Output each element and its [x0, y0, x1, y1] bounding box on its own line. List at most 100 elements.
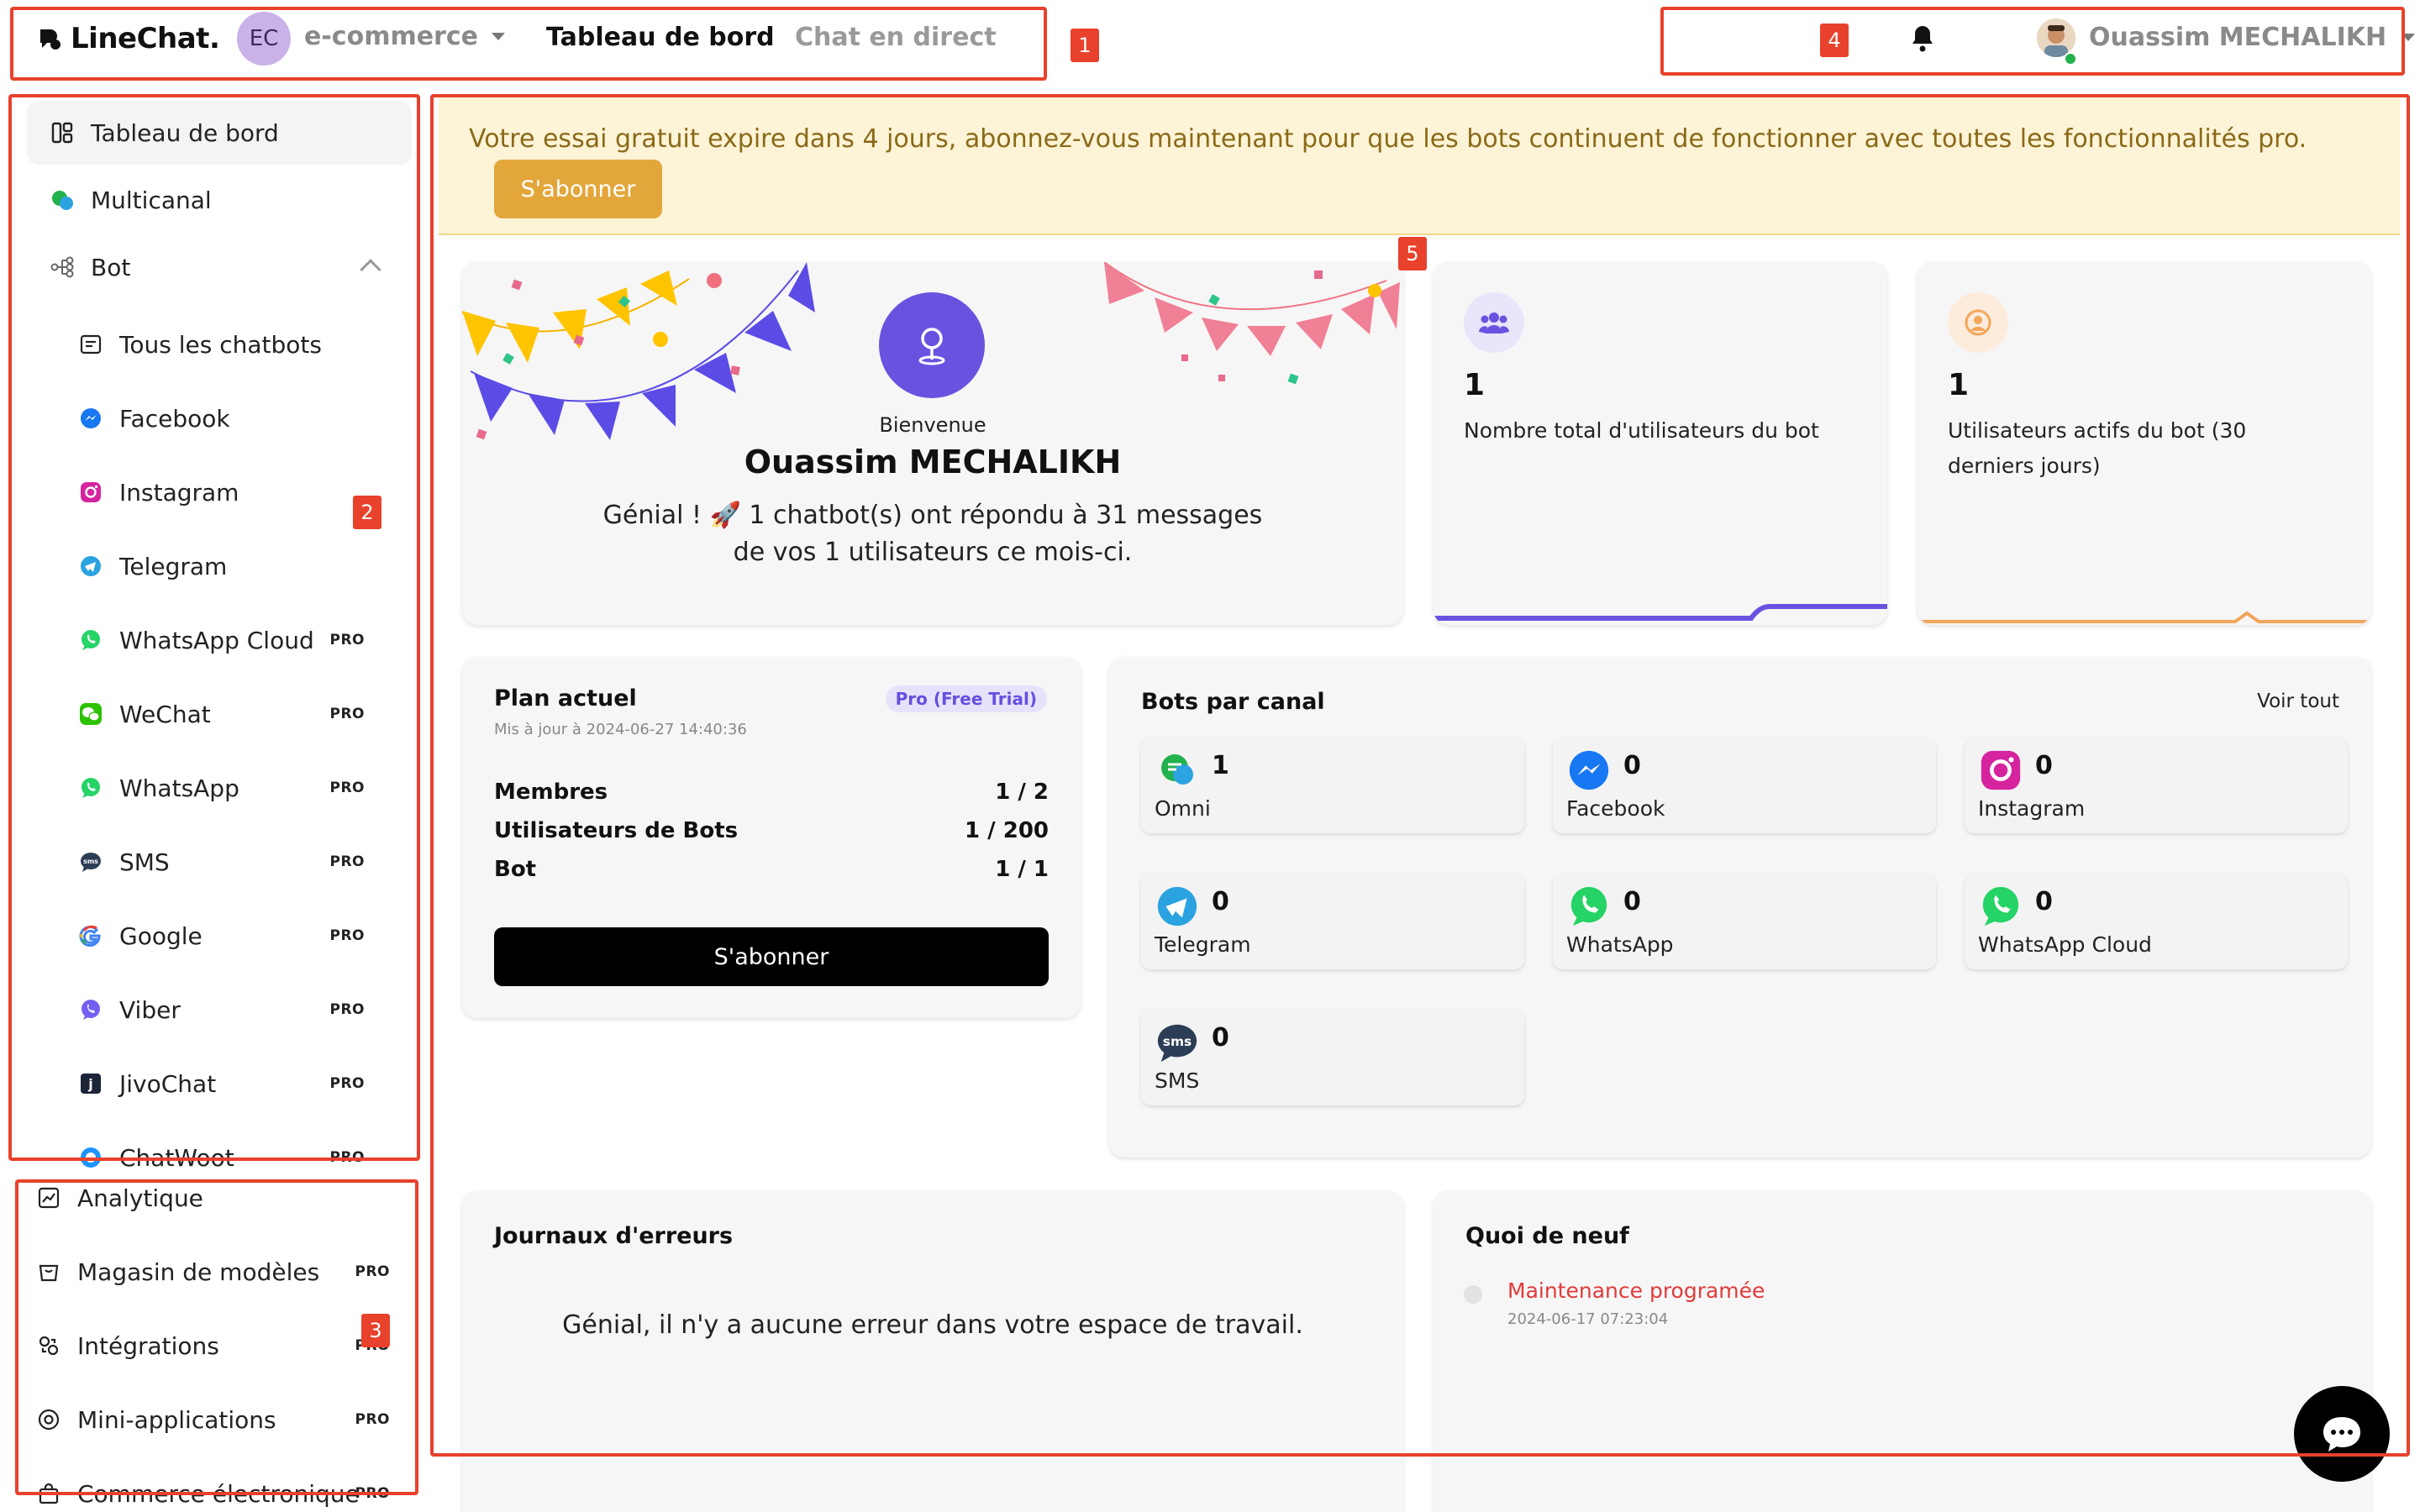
sidebar-item-viber[interactable]: Viber PRO [27, 978, 412, 1042]
sidebar-item-label: Intégrations [77, 1331, 219, 1360]
channel-name: WhatsApp Cloud [1978, 932, 2152, 957]
sidebar-item-google[interactable]: Google PRO [27, 904, 412, 968]
sidebar-item-commerce-électronique[interactable]: Commerce électronique PRO [13, 1462, 408, 1512]
instagram-icon [1978, 748, 2023, 793]
sidebar-item-label: Mini-applications [77, 1405, 276, 1434]
banner-subscribe-button[interactable]: S'abonner [494, 160, 662, 218]
store-icon [35, 1258, 62, 1285]
channel-tile[interactable]: 0 Instagram [1965, 738, 2348, 833]
channel-name: SMS [1155, 1068, 1200, 1093]
pro-badge: PRO [329, 1001, 365, 1018]
bots-by-channel-title: Bots par canal [1141, 689, 1325, 715]
logo-icon [40, 29, 60, 50]
logo-text: LineChat. [71, 22, 220, 55]
sidebar-item-tous-les-chatbots[interactable]: Tous les chatbots [27, 312, 412, 376]
plan-row: Membres 1 / 2 [494, 780, 1049, 813]
svg-text:sms: sms [83, 858, 98, 865]
sidebar-item-bot[interactable]: Bot [27, 235, 412, 299]
sidebar-item-label: Google [119, 921, 203, 950]
logo[interactable]: LineChat. [37, 20, 220, 57]
messenger-icon [77, 405, 104, 432]
trial-banner: Votre essai gratuit expire dans 4 jours,… [439, 94, 2400, 235]
sidebar-item-label: Telegram [119, 552, 228, 580]
annotation-tag: 1 [1071, 29, 1099, 62]
plan-card: Plan actuel Pro (Free Trial) Mis à jour … [462, 657, 1081, 1018]
welcome-greeting: Bienvenue [879, 413, 986, 437]
channel-tile[interactable]: 1 Omni [1141, 738, 1524, 833]
tab-dashboard[interactable]: Tableau de bord [546, 23, 775, 52]
channel-count: 0 [1623, 751, 1641, 780]
workspace-avatar[interactable]: EC [237, 12, 291, 66]
annotation-tag: 2 [353, 496, 381, 529]
bots-by-channel-card: Bots par canal Voir tout 1 Omni 0 Facebook 0… [1109, 657, 2371, 1158]
channel-count: 0 [2035, 751, 2053, 780]
whatsapp-icon [77, 627, 104, 654]
pro-badge: PRO [329, 1149, 365, 1166]
channel-name: Telegram [1155, 932, 1251, 957]
annotation-tag: 5 [1398, 237, 1427, 270]
news-item-title[interactable]: Maintenance programée [1507, 1278, 1765, 1303]
jivochat-icon: j [77, 1070, 104, 1097]
whats-new-title: Quoi de neuf [1465, 1223, 1629, 1249]
workspace-name: e-commerce [304, 22, 478, 51]
stat-sparkline [1918, 611, 2371, 623]
trial-banner-text: Votre essai gratuit expire dans 4 jours,… [469, 124, 2307, 154]
sidebar-item-label: WhatsApp [119, 774, 239, 802]
channel-tile[interactable]: 0 WhatsApp [1553, 874, 1936, 969]
sidebar-item-facebook[interactable]: Facebook [27, 386, 412, 450]
stat-label: Utilisateurs actifs du bot (30 derniers … [1948, 418, 2247, 478]
pro-badge: PRO [329, 1075, 365, 1092]
sidebar-item-wechat[interactable]: WeChat PRO [27, 682, 412, 746]
sidebar-item-label: JivoChat [119, 1069, 217, 1098]
pro-badge: PRO [329, 706, 365, 722]
channel-count: 0 [1623, 887, 1641, 916]
sidebar-item-label: Multicanal [91, 186, 212, 214]
analytics-icon [35, 1184, 62, 1211]
chat-widget-button[interactable] [2294, 1386, 2390, 1482]
bell-icon[interactable] [1907, 23, 1938, 55]
telegram-icon [1155, 884, 1200, 929]
google-icon [77, 922, 104, 949]
sidebar-item-analytique[interactable]: Analytique [13, 1166, 408, 1230]
sidebar-item-sms[interactable]: sms SMS PRO [27, 830, 412, 894]
whats-new-card: Quoi de neuf Maintenance programée 2024-… [1434, 1191, 2371, 1512]
sidebar-item-label: Facebook [119, 404, 230, 433]
see-all-link[interactable]: Voir tout [2257, 690, 2339, 712]
chevron-down-icon [2402, 34, 2416, 41]
sidebar-item-magasin-de-modèles[interactable]: Magasin de modèles PRO [13, 1240, 408, 1304]
pro-badge: PRO [355, 1485, 390, 1502]
wechat-icon [77, 701, 104, 727]
sidebar-item-dashboard[interactable]: Tableau de bord [27, 101, 412, 165]
sidebar-item-mini-applications[interactable]: Mini-applications PRO [13, 1388, 408, 1452]
error-logs-message: Génial, il n'y a aucune erreur dans votr… [562, 1310, 1303, 1340]
sidebar-item-whatsapp-cloud[interactable]: WhatsApp Cloud PRO [27, 608, 412, 672]
sidebar-item-intégrations[interactable]: IntégrationsPRO [13, 1314, 408, 1378]
channel-tile[interactable]: 0 Facebook [1553, 738, 1936, 833]
channel-count: 1 [1212, 751, 1229, 780]
sidebar-item-label: Viber [119, 995, 181, 1024]
instagram-icon [77, 479, 104, 506]
sidebar-item-jivochat[interactable]: j JivoChat PRO [27, 1052, 412, 1116]
plan-badge: Pro (Free Trial) [885, 685, 1047, 712]
stat-label: Nombre total d'utilisateurs du bot [1464, 418, 1819, 443]
sidebar-item-label: Bot [91, 253, 131, 281]
tab-live-chat[interactable]: Chat en direct [795, 23, 997, 52]
channel-tile[interactable]: sms 0 SMS [1141, 1010, 1524, 1105]
chevron-up-icon[interactable] [360, 259, 381, 281]
sidebar-item-multichannel[interactable]: Multicanal [27, 168, 412, 232]
channel-count: 0 [2035, 887, 2053, 916]
channel-tile[interactable]: 0 Telegram [1141, 874, 1524, 969]
plan-subscribe-button[interactable]: S'abonner [494, 927, 1049, 986]
sidebar-item-label: Tous les chatbots [119, 330, 322, 359]
multichannel-icon [49, 186, 76, 213]
sidebar-item-telegram[interactable]: Telegram [27, 534, 412, 598]
user-menu[interactable]: Ouassim MECHALIKH [2089, 23, 2416, 52]
channel-tile[interactable]: 0 WhatsApp Cloud [1965, 874, 2348, 969]
top-bar: LineChat. EC e-commerce Tableau de bord … [0, 0, 2420, 79]
user-circle-icon [1948, 292, 2008, 353]
channel-name: Facebook [1566, 796, 1665, 821]
workspace-selector[interactable]: e-commerce [304, 22, 505, 51]
integrations-icon [35, 1332, 62, 1359]
sidebar-item-whatsapp[interactable]: WhatsApp PRO [27, 756, 412, 820]
welcome-message: Génial ! 🚀 1 chatbot(s) ont répondu à 31… [602, 501, 1263, 567]
